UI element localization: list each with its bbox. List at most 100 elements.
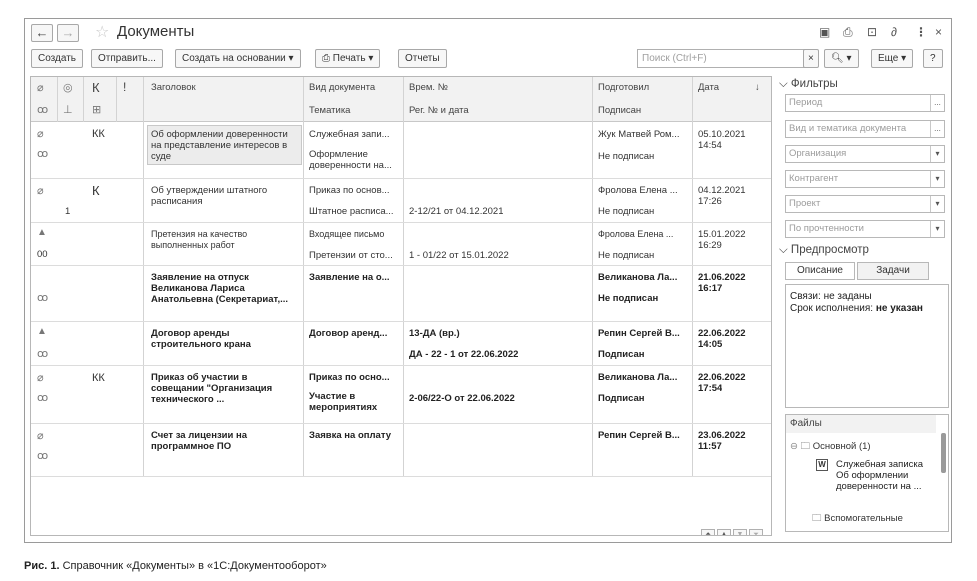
doc-prepared: Великанова Ла... (598, 272, 678, 283)
reports-button[interactable]: Отчеты (398, 49, 447, 68)
column-reg[interactable]: Рег. № и дата (409, 105, 469, 116)
doc-date: 23.06.2022 (698, 430, 746, 441)
attachment-icon: ⌀ (37, 185, 44, 197)
folder-icon: 🗀 (800, 441, 811, 452)
k-mark: К (92, 183, 100, 198)
table-row[interactable]: ▲ 00 Претензия на качество выполненных р… (31, 224, 771, 266)
dropdown-arrow-icon[interactable]: ▾ (930, 146, 944, 162)
doc-title: Об оформлении доверенности на представле… (151, 129, 288, 162)
toolbar: Создать Отправить... Создать на основани… (25, 49, 951, 71)
documents-table: ⌀ ◎ К ! ꝏ ⊥ ⊞ Заголовок Вид документа Те… (30, 76, 772, 536)
doc-type: Входящее письмо (309, 229, 385, 239)
column-topic[interactable]: Тематика (309, 105, 350, 116)
deadline-text: Срок исполнения: не указан (790, 303, 923, 314)
close-icon[interactable]: × (935, 25, 942, 39)
column-signed[interactable]: Подписан (598, 105, 641, 116)
column-importance[interactable]: ! (123, 80, 126, 94)
doc-reg: ДА - 22 - 1 от 22.06.2022 (409, 349, 519, 360)
forward-button[interactable]: → (57, 24, 79, 42)
users-icon: ꝏ (37, 148, 49, 160)
arrow-left-icon: ← (35, 25, 49, 40)
tab-tasks[interactable]: Задачи (857, 262, 929, 280)
table-row[interactable]: ▲ ꝏ Договор аренды строительного крана Д… (31, 323, 771, 366)
dropdown-arrow-icon[interactable]: ▾ (930, 221, 944, 237)
scroll-bottom-button[interactable]: ⏷ (749, 529, 763, 535)
column-temp-no[interactable]: Врем. № (409, 82, 448, 93)
scroll-up-button[interactable]: ▲ (717, 529, 731, 535)
column-k[interactable]: К (92, 80, 100, 95)
link-icon[interactable]: ∂ (891, 25, 897, 39)
sort-down-icon[interactable]: ↓ (755, 82, 760, 93)
dropdown-arrow-icon: ▾ (368, 53, 374, 64)
table-row[interactable]: ⌀ 1 К Об утверждении штатного расписания… (31, 180, 771, 223)
scroll-down-button[interactable]: ▼ (733, 529, 747, 535)
save-icon[interactable]: ▣ (819, 25, 830, 39)
create-based-button[interactable]: Создать на основании ▾ (175, 49, 301, 68)
tab-description[interactable]: Описание (785, 262, 855, 280)
column-date[interactable]: Дата (698, 82, 719, 93)
doc-type: Договор аренд... (309, 328, 388, 339)
folder-aux[interactable]: 🗀 Вспомогательные (812, 511, 903, 527)
table-row[interactable]: ꝏ Заявление на отпуск Великанова Лариса … (31, 267, 771, 322)
organization-field[interactable]: Организация ▾ (785, 145, 945, 163)
back-button[interactable]: ← (31, 24, 53, 42)
column-doc-type[interactable]: Вид документа (309, 82, 375, 93)
column-title[interactable]: Заголовок (151, 82, 196, 93)
print-button[interactable]: ⎙ Печать ▾ (315, 49, 381, 68)
printer-icon[interactable]: ⎙ (843, 25, 853, 40)
hierarchy-icon[interactable]: ⊥ (63, 103, 73, 116)
doc-time: 17:54 (698, 383, 723, 394)
dropdown-arrow-icon[interactable]: ▾ (930, 171, 944, 187)
search-button[interactable]: 🔍︎ ▾ (824, 49, 859, 68)
table-row[interactable]: ⌀ ꝏ КК Об оформлении доверенности на пре… (31, 123, 771, 179)
period-field[interactable]: Период... (785, 94, 945, 112)
k-mark: КК (92, 128, 105, 140)
doc-title: Счет за лицензии на программное ПО (151, 430, 248, 452)
doc-topic: Оформление доверенности на... (309, 149, 392, 171)
search-input[interactable]: Поиск (Ctrl+F) (637, 49, 817, 68)
doc-signed: Подписан (598, 393, 645, 404)
search-icon: 🔍︎ (831, 53, 844, 64)
doc-date: 22.06.2022 (698, 328, 746, 339)
send-button[interactable]: Отправить... (91, 49, 163, 68)
filters-section-header[interactable]: ⌵ Фильтры (779, 78, 838, 91)
file-item[interactable]: Служебная записка Об оформлении доверенн… (836, 459, 934, 492)
doc-title: Претензия на качество выполненных работ (151, 229, 248, 250)
ellipsis-button[interactable]: ... (930, 121, 944, 137)
folder-main[interactable]: ⊖ 🗀 Основной (1) (790, 439, 871, 455)
registry-icon[interactable]: ⊞ (92, 103, 101, 116)
users-icon: ꝏ (37, 450, 49, 462)
dropdown-arrow-icon[interactable]: ▾ (930, 196, 944, 212)
clear-search-button[interactable]: × (803, 49, 819, 68)
project-field[interactable]: Проект ▾ (785, 195, 945, 213)
column-prepared[interactable]: Подготовил (598, 82, 649, 93)
attachment-icon[interactable]: ⌀ (37, 81, 44, 94)
table-row[interactable]: ⌀ ꝏ КК Приказ об участии в совещании "Ор… (31, 367, 771, 424)
unread-field[interactable]: По прочтенности ▾ (785, 220, 945, 238)
more-vertical-icon[interactable]: ⋮ (915, 25, 927, 39)
doc-reg: 2-12/21 от 04.12.2021 (409, 206, 504, 217)
doc-type: Приказ по осно... (309, 372, 390, 383)
preview-section-header[interactable]: ⌵ Предпросмотр (779, 244, 869, 257)
more-button[interactable]: Еще ▾ (871, 49, 914, 68)
attachment-icon: ⌀ (37, 430, 44, 442)
files-scrollbar[interactable] (941, 433, 946, 473)
doc-prepared: Великанова Ла... (598, 372, 678, 383)
scroll-top-button[interactable]: ⏶ (701, 529, 715, 535)
doc-temp-no: 13-ДА (вр.) (409, 328, 460, 339)
ellipsis-button[interactable]: ... (930, 95, 944, 111)
users-icon[interactable]: ꝏ (37, 103, 48, 116)
divider (57, 77, 58, 122)
counterparty-field[interactable]: Контрагент ▾ (785, 170, 945, 188)
type-topic-field[interactable]: Вид и тематика документа... (785, 120, 945, 138)
figure-caption: Рис. 1. Справочник «Документы» в «1С:Док… (24, 560, 327, 572)
favorite-star-icon[interactable]: ☆ (95, 22, 109, 42)
doc-reg: 2-06/22-О от 22.06.2022 (409, 393, 515, 404)
status-circle-icon[interactable]: ◎ (63, 81, 73, 94)
help-button[interactable]: ? (923, 49, 943, 68)
table-row[interactable]: ⌀ ꝏ Счет за лицензии на программное ПО З… (31, 425, 771, 477)
users-icon: ꝏ (37, 292, 49, 304)
create-button[interactable]: Создать (31, 49, 84, 68)
preview-icon[interactable]: ⊡ (867, 25, 877, 39)
item-count: 00 (37, 249, 48, 260)
